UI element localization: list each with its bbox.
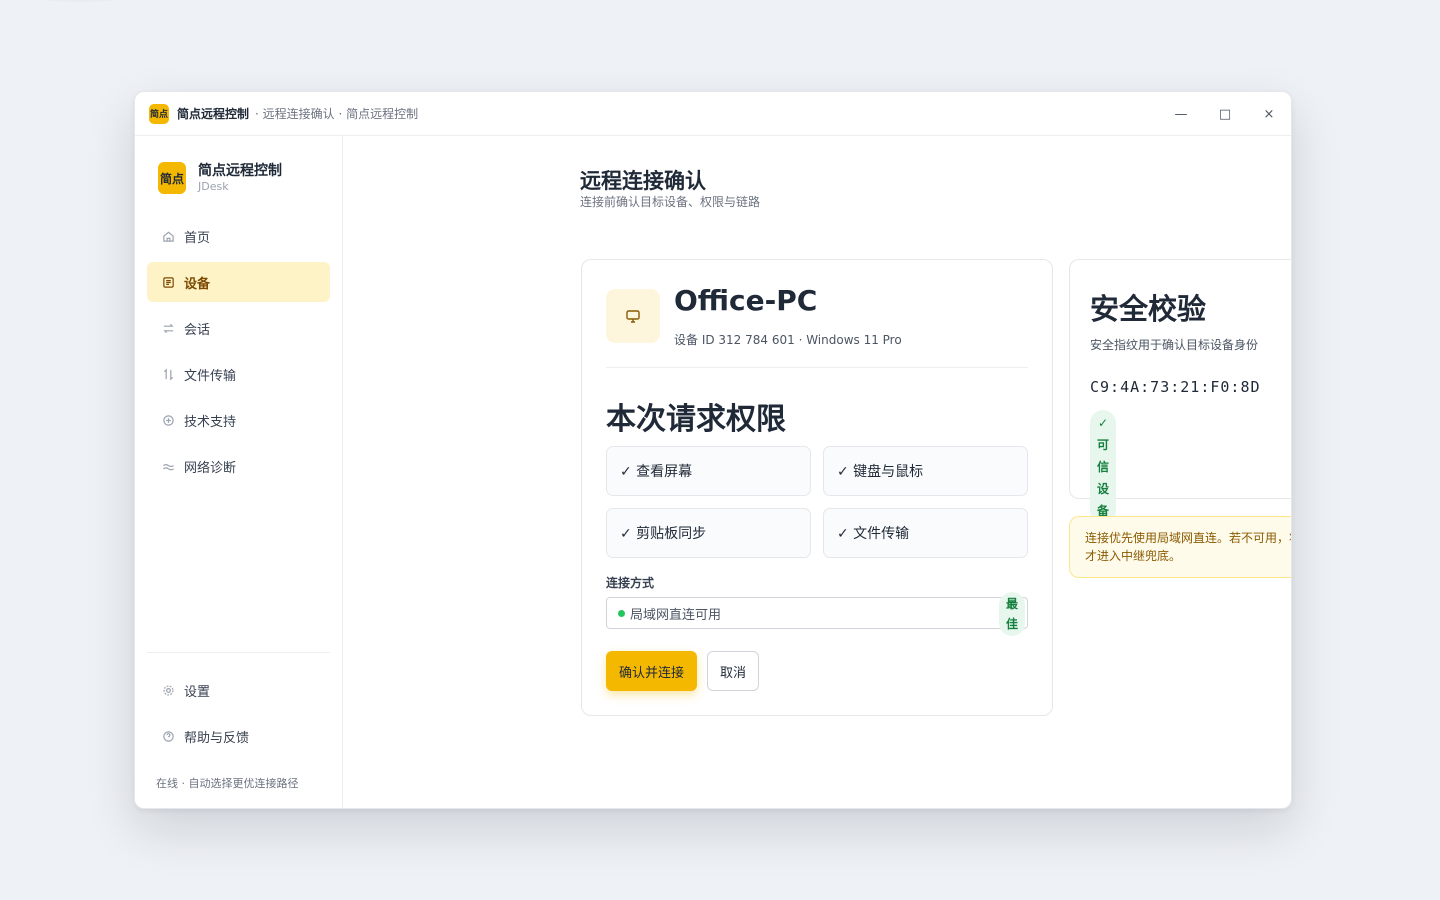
best-badge: 最 佳 bbox=[999, 592, 1025, 636]
brand-name: 简点远程控制 bbox=[198, 162, 282, 179]
home-icon bbox=[161, 229, 175, 243]
title-subtitle: · 远程连接确认 · 简点远程控制 bbox=[255, 107, 419, 121]
plus-circle-icon bbox=[161, 413, 175, 427]
sidebar-divider bbox=[147, 652, 330, 653]
help-icon bbox=[161, 729, 175, 743]
sidebar-item-devices[interactable]: 设备 bbox=[147, 262, 330, 302]
close-button[interactable]: × bbox=[1247, 92, 1291, 136]
sidebar-item-label: 网络诊断 bbox=[184, 460, 237, 476]
sidebar-item-network-diagnosis[interactable]: 网络诊断 bbox=[147, 446, 330, 486]
gear-icon bbox=[161, 683, 175, 697]
connection-card: Office-PC 设备 ID 312 784 601 · Windows 11… bbox=[581, 259, 1053, 716]
swap-icon bbox=[161, 321, 175, 335]
sidebar-item-label: 首页 bbox=[184, 230, 211, 246]
sidebar-item-settings[interactable]: 设置 bbox=[147, 670, 330, 710]
sidebar-item-label: 文件传输 bbox=[184, 368, 237, 384]
brand-subtitle: JDesk bbox=[198, 179, 229, 193]
page-title: 远程连接确认 bbox=[580, 169, 706, 193]
sidebar-nav: 首页 设备 会话 文件传输 技术支持 网络诊断 bbox=[147, 216, 330, 492]
connection-method-select[interactable]: 局域网直连可用 最 佳 bbox=[606, 592, 1028, 636]
security-subtitle: 安全指纹用于确认目标设备身份 bbox=[1090, 338, 1259, 352]
page-subtitle: 连接前确认目标设备、权限与链路 bbox=[580, 195, 761, 209]
device-name: Office-PC bbox=[674, 284, 818, 317]
brand-logo-icon: 简点 bbox=[158, 162, 186, 194]
transfer-icon bbox=[161, 367, 175, 381]
app-window: 简点 简点远程控制 · 远程连接确认 · 简点远程控制 — □ × 简点 简点远… bbox=[134, 91, 1292, 809]
permission-file-transfer[interactable]: ✓ 文件传输 bbox=[823, 508, 1028, 558]
security-fingerprint: C9:4A:73:21:F0:8D bbox=[1090, 378, 1261, 396]
sidebar: 简点 简点远程控制 JDesk 首页 设备 会话 文件传输 技术支持 网络诊断 … bbox=[135, 136, 343, 808]
permission-view-screen[interactable]: ✓ 查看屏幕 bbox=[606, 446, 811, 496]
security-title: 安全校验 bbox=[1090, 292, 1207, 326]
connection-method-label: 连接方式 bbox=[606, 576, 655, 590]
sidebar-item-help[interactable]: 帮助与反馈 bbox=[147, 716, 330, 756]
sidebar-status-text: 在线 · 自动选择更优连接路径 bbox=[156, 777, 299, 790]
sidebar-item-tech-support[interactable]: 技术支持 bbox=[147, 400, 330, 440]
sidebar-item-home[interactable]: 首页 bbox=[147, 216, 330, 256]
sidebar-bottom-nav: 设置 帮助与反馈 bbox=[147, 670, 330, 762]
permissions-title: 本次请求权限 bbox=[606, 402, 786, 437]
sidebar-item-label: 技术支持 bbox=[184, 414, 237, 430]
title-bar: 简点 简点远程控制 · 远程连接确认 · 简点远程控制 — □ × bbox=[135, 92, 1291, 136]
confirm-connect-button[interactable]: 确认并连接 bbox=[606, 651, 697, 691]
sidebar-item-label: 会话 bbox=[184, 322, 211, 338]
sidebar-item-sessions[interactable]: 会话 bbox=[147, 308, 330, 348]
wave-icon bbox=[161, 459, 175, 473]
list-icon bbox=[161, 275, 175, 289]
minimize-button[interactable]: — bbox=[1159, 92, 1203, 136]
window-controls: — □ × bbox=[1159, 92, 1291, 136]
title-app-name: 简点远程控制 bbox=[177, 107, 250, 121]
maximize-button[interactable]: □ bbox=[1203, 92, 1247, 136]
cancel-button[interactable]: 取消 bbox=[707, 651, 759, 691]
sidebar-item-label: 设置 bbox=[184, 684, 211, 700]
permission-keyboard-mouse[interactable]: ✓ 键盘与鼠标 bbox=[823, 446, 1028, 496]
sidebar-item-label: 设备 bbox=[184, 276, 211, 292]
device-meta: 设备 ID 312 784 601 · Windows 11 Pro bbox=[674, 333, 902, 347]
connection-method-value: 局域网直连可用 bbox=[630, 607, 722, 623]
monitor-icon bbox=[606, 289, 660, 343]
status-dot-icon bbox=[618, 609, 625, 617]
brand: 简点 简点远程控制 JDesk bbox=[158, 162, 282, 194]
background-decoration bbox=[20, 0, 140, 2]
connection-notice: 连接优先使用局域网直连。若不可用，将 才进入中继兜底。 bbox=[1069, 516, 1291, 578]
permission-clipboard-sync[interactable]: ✓ 剪贴板同步 bbox=[606, 508, 811, 558]
trusted-device-badge: ✓ 可 信 设 备 bbox=[1090, 410, 1116, 524]
sidebar-item-file-transfer[interactable]: 文件传输 bbox=[147, 354, 330, 394]
security-card: 安全校验 安全指纹用于确认目标设备身份 C9:4A:73:21:F0:8D ✓ … bbox=[1069, 259, 1291, 524]
card-divider bbox=[606, 367, 1028, 368]
main-content: 远程连接确认 连接前确认目标设备、权限与链路 Office-PC 设备 ID 3… bbox=[343, 136, 1291, 808]
sidebar-item-label: 帮助与反馈 bbox=[184, 730, 250, 746]
app-logo-icon: 简点 bbox=[149, 103, 169, 124]
